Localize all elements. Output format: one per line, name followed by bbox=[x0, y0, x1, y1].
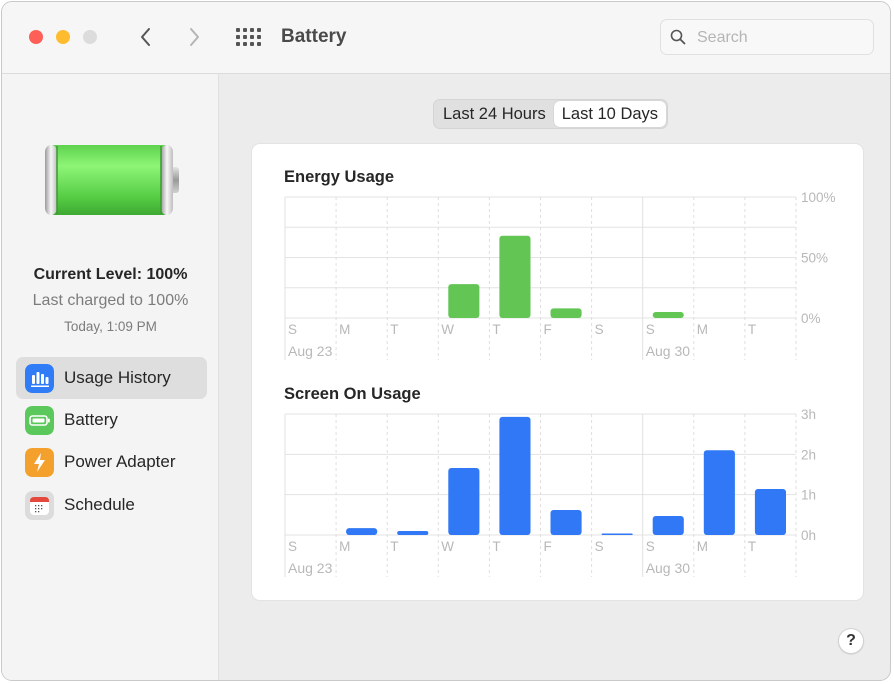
screen-bar bbox=[703, 450, 735, 535]
tab-last-24-hours[interactable]: Last 24 Hours bbox=[435, 101, 554, 127]
sidebar-item-label: Power Adapter bbox=[64, 452, 176, 471]
sidebar-item-schedule[interactable]: Schedule bbox=[16, 484, 207, 526]
usage-charts: S M T W T F S S M T Aug 23 Aug 30 100% 50% 0% S M T W T F S S M… bbox=[284, 190, 836, 577]
sidebar-item-label: Usage History bbox=[64, 368, 171, 387]
chevron-left-icon bbox=[141, 28, 150, 46]
grid-dot bbox=[257, 28, 261, 32]
show-all-button[interactable] bbox=[236, 28, 262, 46]
energy-day-label: T bbox=[390, 322, 398, 337]
energy-date-label: Aug 23 bbox=[288, 343, 333, 359]
screen-day-label: T bbox=[748, 539, 756, 554]
screen-date-label: Aug 30 bbox=[646, 560, 691, 576]
battery-preferences-window: Battery Search Current Level: 100% Last … bbox=[1, 1, 891, 681]
energy-y-tick-label: 50% bbox=[801, 251, 828, 266]
back-button[interactable] bbox=[134, 24, 158, 50]
energy-day-label: S bbox=[288, 322, 297, 337]
forward-button[interactable] bbox=[182, 24, 206, 50]
screen-y-tick-label: 1h bbox=[801, 488, 816, 503]
screen-day-label: S bbox=[646, 539, 655, 554]
tab-last-10-days[interactable]: Last 10 Days bbox=[553, 101, 667, 127]
energy-day-label: M bbox=[339, 322, 350, 337]
energy-bar bbox=[652, 311, 684, 318]
sidebar-item-battery[interactable]: Battery bbox=[16, 399, 207, 441]
screen-day-label: T bbox=[390, 539, 398, 554]
screen-day-label: S bbox=[595, 539, 604, 554]
screen-y-tick-label: 3h bbox=[801, 407, 816, 422]
sidebar: Current Level: 100% Last charged to 100%… bbox=[2, 74, 219, 680]
last-charged-time: Today, 1:09 PM bbox=[64, 319, 157, 334]
time-range-segmented-control: Last 24 Hours Last 10 Days bbox=[433, 99, 669, 129]
sidebar-item-label: Schedule bbox=[64, 495, 135, 514]
energy-bar bbox=[448, 284, 480, 318]
last-charged-label: Last charged to 100% bbox=[32, 292, 189, 309]
screen-day-label: M bbox=[697, 539, 708, 554]
grid-dot bbox=[236, 35, 240, 39]
screen-day-label: M bbox=[339, 539, 350, 554]
chevron-right-icon bbox=[190, 28, 199, 46]
grid-dot bbox=[236, 42, 240, 46]
screen-bar bbox=[499, 416, 531, 535]
minimize-button[interactable] bbox=[56, 30, 70, 44]
energy-y-tick-label: 100% bbox=[801, 190, 836, 205]
zoom-button[interactable] bbox=[83, 30, 97, 44]
search-field[interactable] bbox=[660, 19, 874, 55]
screen-bar bbox=[754, 489, 786, 535]
screen-bar bbox=[652, 516, 684, 535]
search-icon bbox=[670, 29, 686, 45]
screen-y-tick-label: 0h bbox=[801, 528, 816, 543]
energy-day-label: T bbox=[492, 322, 500, 337]
screen-day-label: W bbox=[441, 539, 454, 554]
lightning-icon bbox=[25, 448, 54, 477]
sidebar-item-power-adapter[interactable]: Power Adapter bbox=[16, 441, 207, 483]
screen-bar bbox=[346, 528, 378, 535]
energy-y-tick-label: 0% bbox=[801, 311, 821, 326]
energy-day-label: M bbox=[697, 322, 708, 337]
energy-day-label: S bbox=[646, 322, 655, 337]
screen-day-label: T bbox=[492, 539, 500, 554]
screen-bar bbox=[601, 533, 633, 535]
calendar-icon bbox=[25, 491, 54, 520]
screen-day-label: S bbox=[288, 539, 297, 554]
battery-level-icon bbox=[45, 145, 179, 215]
energy-bar bbox=[499, 235, 531, 318]
sidebar-item-usage-history[interactable]: Usage History bbox=[16, 357, 207, 399]
grid-dot bbox=[250, 42, 254, 46]
grid-dot bbox=[250, 28, 254, 32]
usage-charts-card: Energy Usage Screen On Usage SMTWTFSSMTA… bbox=[251, 143, 864, 601]
grid-dot bbox=[236, 28, 240, 32]
energy-date-label: Aug 30 bbox=[646, 343, 691, 359]
grid-dot bbox=[243, 28, 247, 32]
energy-day-label: W bbox=[441, 322, 454, 337]
energy-day-label: S bbox=[595, 322, 604, 337]
energy-bar bbox=[550, 308, 582, 318]
search-input[interactable] bbox=[695, 27, 869, 49]
grid-dot bbox=[243, 35, 247, 39]
current-level-label: Current Level: 100% bbox=[33, 266, 188, 283]
screen-bar bbox=[550, 509, 582, 535]
grid-dot bbox=[257, 42, 261, 46]
close-button[interactable] bbox=[29, 30, 43, 44]
screen-day-label: F bbox=[544, 539, 552, 554]
help-button[interactable]: ? bbox=[838, 628, 864, 654]
grid-dot bbox=[243, 42, 247, 46]
title-bar: Battery bbox=[2, 2, 890, 74]
window-title: Battery bbox=[281, 26, 347, 47]
bar-chart-icon bbox=[25, 364, 54, 393]
energy-day-label: F bbox=[544, 322, 552, 337]
screen-bar bbox=[448, 468, 480, 535]
screen-bar bbox=[397, 530, 429, 535]
sidebar-item-label: Battery bbox=[64, 410, 118, 429]
energy-day-label: T bbox=[748, 322, 756, 337]
battery-icon bbox=[25, 406, 54, 435]
grid-dot bbox=[257, 35, 261, 39]
screen-date-label: Aug 23 bbox=[288, 560, 333, 576]
grid-dot bbox=[250, 35, 254, 39]
screen-y-tick-label: 2h bbox=[801, 447, 816, 462]
